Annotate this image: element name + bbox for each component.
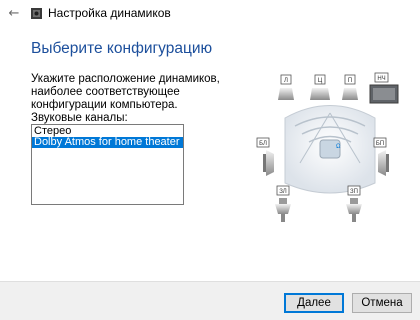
- speaker-label-side-right: БП: [376, 141, 384, 147]
- speaker-center[interactable]: Ц: [310, 74, 330, 100]
- channels-label: Звуковые каналы:: [31, 112, 128, 124]
- speaker-subwoofer[interactable]: НЧ: [369, 72, 399, 104]
- button-bar: Далее Отмена: [0, 281, 420, 320]
- speaker-side-left[interactable]: БЛ: [256, 137, 274, 176]
- speaker-label-center: Ц: [318, 78, 323, 84]
- title-bar: ← Настройка динамиков: [0, 0, 420, 28]
- speaker-diagram: Ω Л Ц П НЧ БЛ БП ЗЛ ЗП: [256, 72, 399, 222]
- channel-option-dolby-atmos[interactable]: Dolby Atmos for home theater: [32, 137, 183, 148]
- speaker-rear-right[interactable]: ЗП: [346, 185, 362, 222]
- speaker-setup-icon: [31, 8, 42, 19]
- speaker-front-left[interactable]: Л: [278, 74, 294, 100]
- listening-area: Ω: [284, 105, 376, 194]
- speaker-side-right[interactable]: БП: [373, 137, 389, 176]
- instruction-text: Укажите расположение динамиков, наиболее…: [31, 73, 220, 111]
- speaker-label-front-right: П: [348, 78, 352, 84]
- svg-text:Ω: Ω: [336, 144, 341, 150]
- speaker-label-rear-left: ЗЛ: [279, 189, 287, 195]
- window-title: Настройка динамиков: [48, 6, 171, 20]
- speaker-label-front-left: Л: [284, 78, 288, 84]
- speaker-front-right[interactable]: П: [342, 74, 358, 100]
- speaker-label-subwoofer: НЧ: [377, 76, 385, 82]
- back-arrow-icon[interactable]: ←: [6, 6, 22, 22]
- page-heading: Выберите конфигурацию: [31, 40, 213, 57]
- speaker-label-rear-right: ЗП: [350, 189, 358, 195]
- speaker-rear-left[interactable]: ЗЛ: [275, 185, 291, 222]
- channels-listbox[interactable]: Стерео Dolby Atmos for home theater: [31, 124, 184, 205]
- next-button[interactable]: Далее: [284, 293, 344, 313]
- speaker-label-side-left: БЛ: [259, 141, 267, 147]
- cancel-button[interactable]: Отмена: [352, 293, 412, 313]
